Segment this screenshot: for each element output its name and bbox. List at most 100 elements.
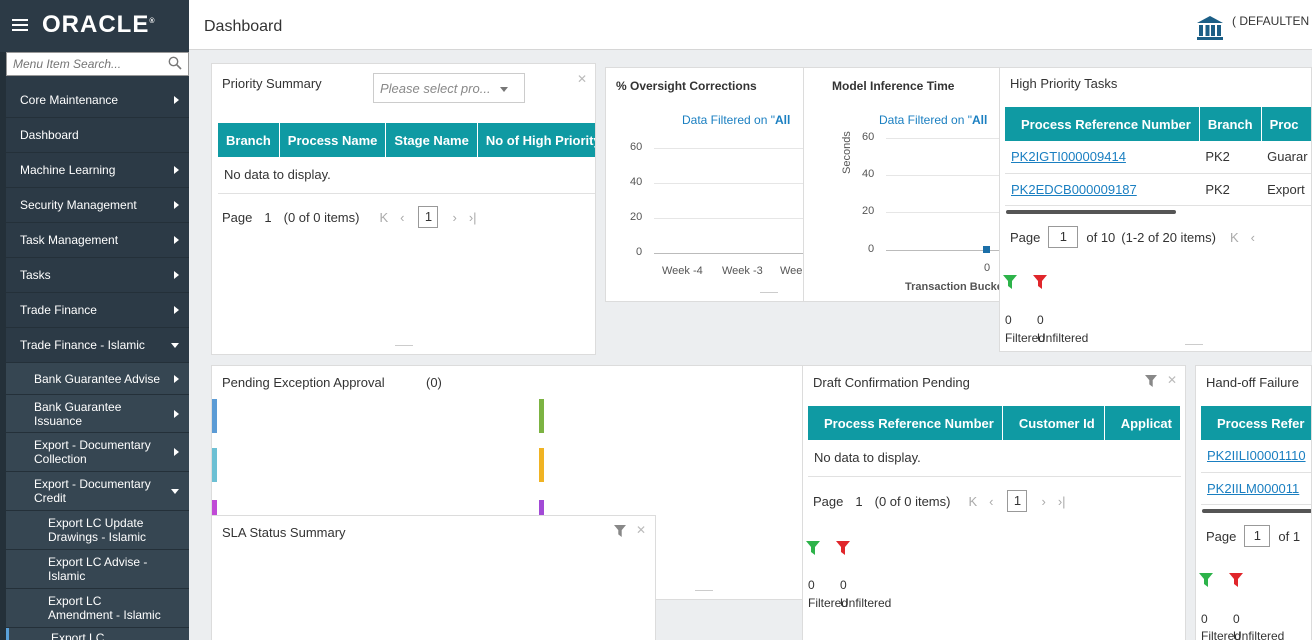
panel-title: Priority Summary [222,76,322,91]
column-header[interactable]: No of High Priority I [477,123,595,157]
table-row[interactable]: PK2IILM000011 [1201,472,1311,505]
color-indicator [212,448,217,482]
sidebar-item-tasks[interactable]: Tasks [6,258,189,293]
resize-grip[interactable] [395,345,413,346]
high-priority-tasks-panel: High Priority Tasks Process Reference Nu… [999,67,1312,352]
sidebar-item-label: Task Management [20,233,119,247]
menu-search-field[interactable] [6,52,189,76]
sidebar-item-export-lc-amendment-islamic[interactable]: Export LC Amendment - Islamic [6,589,189,628]
sidebar-item-core-maintenance[interactable]: Core Maintenance [6,83,189,118]
resize-grip[interactable] [1185,344,1203,345]
draft-confirmation-table: Process Reference Number Customer Id App… [808,406,1182,477]
bank-icon[interactable] [1196,15,1224,41]
first-page-icon[interactable]: K [379,210,388,225]
green-filter-icon[interactable] [1003,275,1017,289]
column-header[interactable]: Process Refer [1201,406,1311,440]
current-page-box[interactable]: 1 [1007,490,1028,512]
sidebar-item-export-lc-advise-islamic[interactable]: Export LC Advise - Islamic [6,550,189,589]
horizontal-scrollbar[interactable] [1202,509,1311,513]
sidebar-item-export-lc-amendment[interactable]: Export LC Amendment [6,628,189,640]
page-number[interactable]: 1 [855,494,862,509]
close-icon[interactable]: ✕ [636,523,646,537]
close-icon[interactable]: ✕ [1167,373,1177,387]
process-ref-link[interactable]: PK2IILI00001110 [1201,440,1311,473]
column-header[interactable]: Process Reference Number [808,406,1003,440]
table-row[interactable]: PK2EDCB000009187 PK2 Export [1005,173,1311,206]
resize-grip[interactable] [695,590,713,591]
sidebar-item-trade-finance-islamic[interactable]: Trade Finance - Islamic [6,328,189,363]
panel-title: SLA Status Summary [222,525,346,540]
column-header[interactable]: Process Name [279,123,387,157]
close-icon[interactable]: ✕ [577,72,587,86]
sidebar-item-export-documentary-credit[interactable]: Export - Documentary Credit [6,472,189,511]
column-header[interactable]: Proc [1261,107,1311,141]
prev-page-icon[interactable]: ‹ [1251,230,1255,245]
filter-icon[interactable] [614,525,626,537]
sla-status-panel: SLA Status Summary ✕ [211,515,656,640]
chevron-right-icon [174,96,179,104]
next-page-icon[interactable]: › [452,210,456,225]
sidebar-item-security-management[interactable]: Security Management [6,188,189,223]
column-header[interactable]: Process Reference Number [1005,107,1200,141]
process-ref-link[interactable]: PK2EDCB000009187 [1005,173,1200,206]
red-filter-icon[interactable] [836,541,850,555]
sidebar-item-bank-guarantee-issuance[interactable]: Bank Guarantee Issuance [6,395,189,433]
chevron-right-icon [174,374,179,383]
sidebar-item-bank-guarantee-advise[interactable]: Bank Guarantee Advise [6,363,189,395]
process-select-dropdown[interactable]: Please select pro... [373,73,525,103]
menu-search-input[interactable] [13,57,153,71]
prev-page-icon[interactable]: ‹ [989,494,993,509]
table-row[interactable]: PK2IILI00001110 [1201,440,1311,473]
first-page-icon[interactable]: K [1230,230,1239,245]
hamburger-menu-icon[interactable] [12,19,28,31]
process-ref-link-text[interactable]: PK2IGTI000009414 [1011,149,1126,164]
red-filter-icon[interactable] [1033,275,1047,289]
horizontal-scrollbar[interactable] [1006,210,1176,214]
page-input[interactable]: 1 [1048,226,1079,248]
column-header[interactable]: Branch [1199,107,1262,141]
current-page-box[interactable]: 1 [418,206,439,228]
search-icon[interactable] [168,56,182,70]
panel-title: Pending Exception Approval [222,375,385,390]
sidebar-item-machine-learning[interactable]: Machine Learning [6,153,189,188]
column-header[interactable]: Customer Id [1002,406,1105,440]
green-filter-icon[interactable] [806,541,820,555]
process-ref-link-text[interactable]: PK2EDCB000009187 [1011,182,1137,197]
sidebar-item-trade-finance[interactable]: Trade Finance [6,293,189,328]
red-filter-icon[interactable] [1229,573,1243,587]
user-branch-label[interactable]: ( DEFAULTEN [1232,14,1309,28]
last-page-icon[interactable]: ›| [1058,494,1066,509]
next-page-icon[interactable]: › [1041,494,1045,509]
process-ref-link[interactable]: PK2IGTI000009414 [1005,141,1200,174]
green-filter-icon[interactable] [1199,573,1213,587]
data-point[interactable] [983,246,990,253]
table-row[interactable]: PK2IGTI000009414 PK2 Guarar [1005,141,1311,174]
prev-page-icon[interactable]: ‹ [400,210,404,225]
column-header[interactable]: Applicat [1104,406,1182,440]
sidebar-item-label: Bank Guarantee Advise [34,371,161,386]
column-header[interactable]: Stage Name [385,123,478,157]
process-ref-link-text[interactable]: PK2IILI00001110 [1207,448,1306,463]
process-ref-link-text[interactable]: PK2IILM000011 [1207,481,1299,496]
unfiltered-label: Unfiltered [1037,331,1089,345]
color-indicator [539,500,544,516]
color-indicator [539,448,544,482]
page-title: Dashboard [204,18,283,35]
page-input[interactable]: 1 [1244,525,1271,547]
sidebar-item-export-documentary-collection[interactable]: Export - Documentary Collection [6,433,189,472]
x-tick: Wee [780,265,803,277]
sidebar-item-export-lc-update-drawings-islamic[interactable]: Export LC Update Drawings - Islamic [6,511,189,550]
draft-confirmation-panel: Draft Confirmation Pending ✕ Process Ref… [802,365,1186,640]
priority-summary-panel: Priority Summary Please select pro... ✕ … [211,63,596,355]
sidebar-item-label: Trade Finance - Islamic [20,338,145,352]
filter-icon[interactable] [1145,375,1157,387]
sidebar-item-task-management[interactable]: Task Management [6,223,189,258]
page-number[interactable]: 1 [264,210,271,225]
column-header[interactable]: Branch [218,123,280,157]
sidebar-item-dashboard[interactable]: Dashboard [6,118,189,153]
process-ref-link[interactable]: PK2IILM000011 [1201,472,1311,505]
last-page-icon[interactable]: ›| [469,210,477,225]
panel-title: Hand-off Failure [1206,375,1299,390]
first-page-icon[interactable]: K [968,494,977,509]
resize-grip[interactable] [760,292,778,293]
